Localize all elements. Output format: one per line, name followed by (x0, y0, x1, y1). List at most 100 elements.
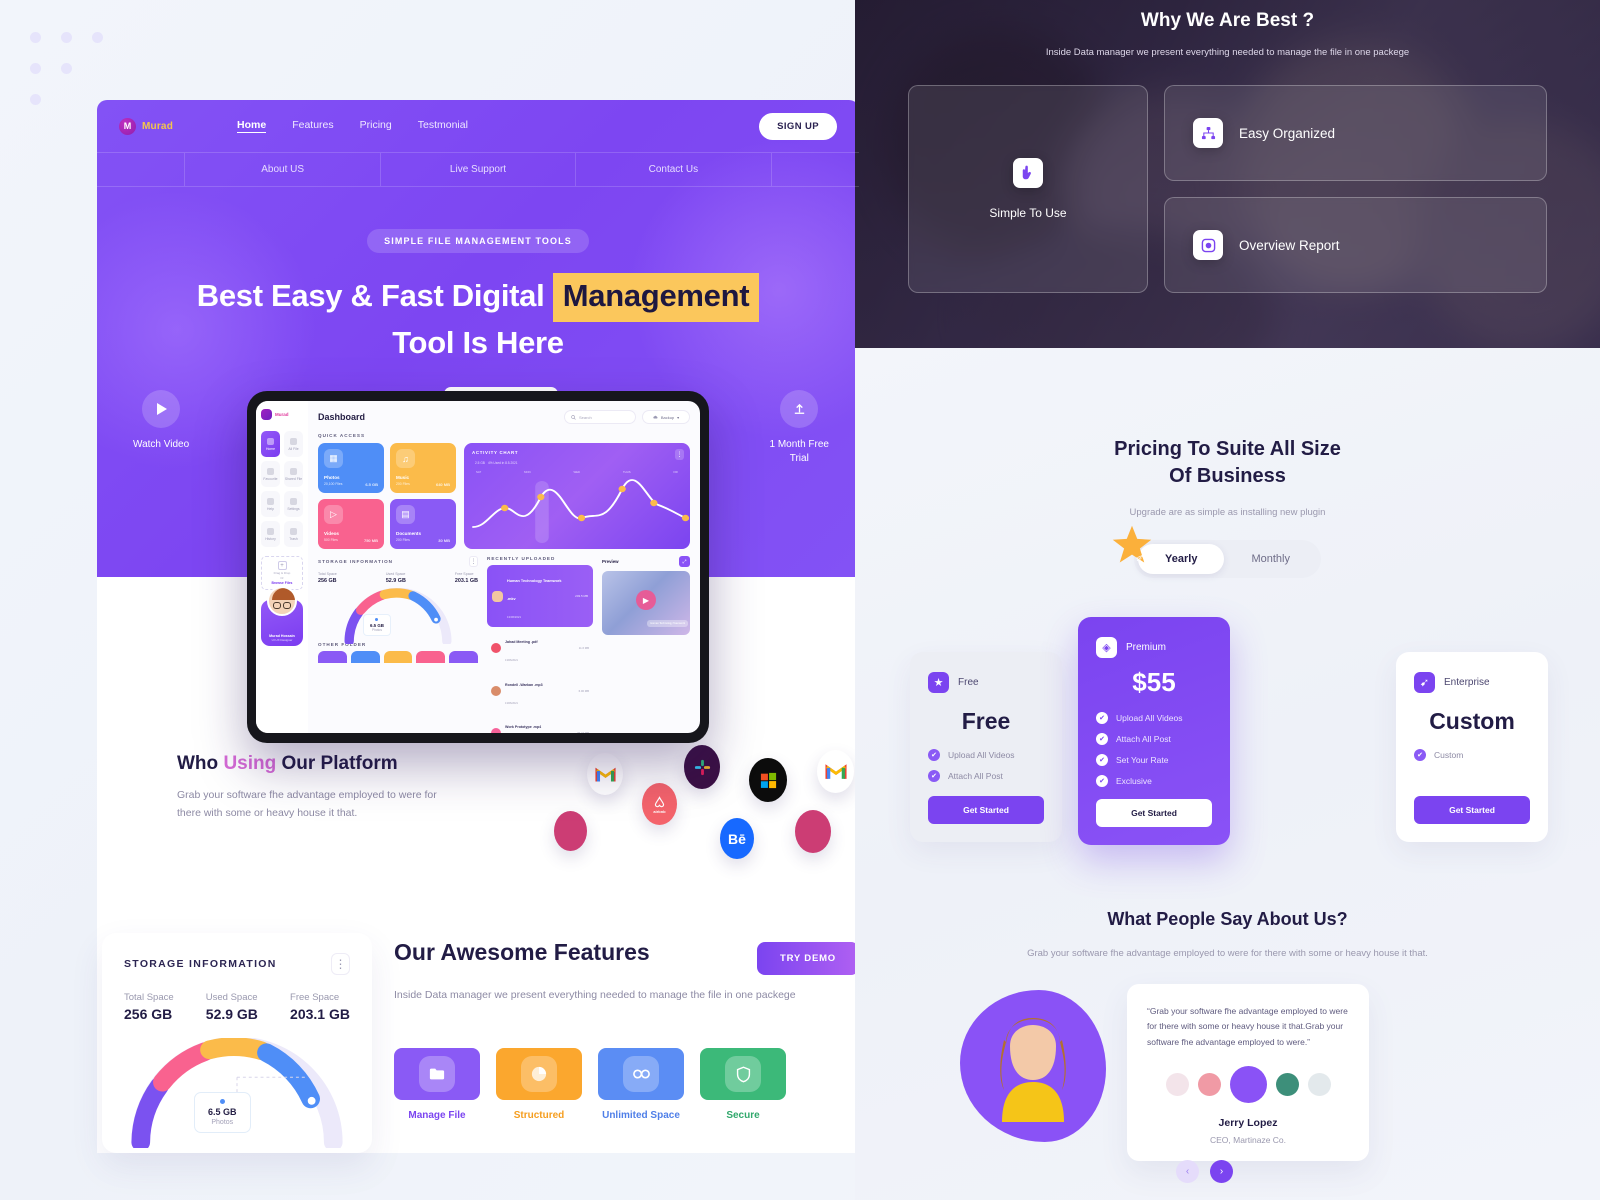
music-icon: ♫ (396, 449, 415, 468)
plan-name-free: Free (958, 677, 979, 688)
recent-highlight-row[interactable]: Human Technology Teamwork .mkv 13/06/2021… (487, 565, 593, 627)
quick-access-label: QUICK ACCESS (318, 433, 366, 438)
dash-nav-shared-file[interactable]: Shared File (284, 461, 303, 487)
folder-chip-4[interactable] (416, 651, 446, 663)
sub-navigation: About US Live Support Contact Us (97, 152, 859, 187)
quick-access-card-music[interactable]: ♫ Music 200 Files 640 MB (390, 443, 456, 493)
airbnb-logo: airbnb (642, 783, 677, 825)
testimonial-avatar[interactable] (1307, 1073, 1331, 1097)
quick-access-card-videos[interactable]: ▷ Videos 500 Files 750 MB (318, 499, 384, 549)
quick-access-card-documents[interactable]: ▤ Documents 200 Files 30 MB (390, 499, 456, 549)
dash-used-space-key: Used Space (385, 572, 406, 576)
nav-link-home[interactable]: Home (237, 119, 267, 133)
testimonial-avatar[interactable] (1165, 1073, 1189, 1097)
free-trial-widget[interactable]: 1 Month Free Trial (770, 390, 829, 465)
why-card-easy-organized[interactable]: Easy Organized (1164, 85, 1547, 182)
recent-row[interactable]: Jahad Meeting .pdf 13/06/2021 11.6 MB (487, 627, 593, 669)
chevron-left-icon[interactable]: ‹ (1176, 1160, 1199, 1184)
chevron-right-icon[interactable]: › (1210, 1160, 1233, 1184)
subnav-spacer-left (97, 153, 186, 186)
why-card-overview-report[interactable]: Overview Report (1164, 197, 1547, 294)
dashboard-search-input[interactable]: Search (564, 410, 636, 424)
dash-nav-all-file[interactable]: All File (284, 431, 303, 457)
subnav-item-about-us[interactable]: About US (185, 153, 381, 186)
plan-cta-premium[interactable]: Get Started (1096, 799, 1212, 827)
preview-caption: Human Technology Teamwork (647, 620, 688, 627)
toggle-monthly[interactable]: Monthly (1224, 544, 1317, 574)
recent-row[interactable]: Rondell -Warkan .mp3 13/06/2021 6.00 MB (487, 669, 593, 711)
recent-row[interactable]: Work Prototype .mp413/06/202135.24 MB (487, 712, 593, 733)
platform-title-b: Our Platform (276, 753, 398, 774)
dashboard-profile-card[interactable]: Murad Hossain UI UX Designer (261, 586, 303, 646)
feature-card-structured[interactable]: Structured (496, 1048, 582, 1121)
dash-storage-gauge: 6.5 GB Photos (318, 587, 478, 646)
nav-link-features[interactable]: Features (292, 119, 333, 133)
why-cards: Simple To Use Easy Organized Overview Re… (855, 85, 1600, 294)
preview-label: Preview (602, 559, 619, 564)
xtick-1: MON (524, 470, 531, 474)
preview-play-icon[interactable]: ▶ (636, 590, 656, 611)
subnav-spacer-right (772, 153, 859, 186)
brand-logo[interactable]: M Murad (119, 117, 173, 135)
dash-nav-settings[interactable]: Settings (284, 491, 303, 517)
dash-gauge-tooltip: 6.5 GB Photos (363, 614, 391, 636)
document-icon: ▤ (396, 505, 415, 524)
feature-card-secure[interactable]: Secure (700, 1048, 786, 1121)
signup-button[interactable]: SIGN UP (759, 112, 837, 140)
folder-chip-2[interactable] (350, 651, 380, 663)
testimonial-avatar-active[interactable] (1229, 1066, 1267, 1104)
nav-link-pricing[interactable]: Pricing (360, 119, 392, 133)
testimonials-subtitle: Grab your software fhe advantage employe… (1027, 948, 1428, 959)
feature-label-unlimited-space: Unlimited Space (602, 1110, 680, 1122)
platform-section: Who Using Our Platform Grab your softwar… (97, 745, 902, 873)
subnav-item-live-support[interactable]: Live Support (381, 153, 577, 186)
dash-nav-history[interactable]: History (261, 521, 280, 547)
why-card-simple-to-use[interactable]: Simple To Use (908, 85, 1148, 294)
testimonial-avatars (1147, 1066, 1349, 1104)
dash-nav-shared-file-label: Shared File (284, 476, 303, 481)
folder-chip-3[interactable] (383, 651, 413, 663)
plan-feature: ✔ Custom (1414, 749, 1530, 761)
testimonial-avatar[interactable] (1275, 1073, 1299, 1097)
testimonial-avatar[interactable] (1197, 1073, 1221, 1097)
plan-cta-free[interactable]: Get Started (928, 796, 1044, 824)
rocket-icon: ➹ (1414, 672, 1435, 693)
plan-cta-enterprise[interactable]: Get Started (1414, 796, 1530, 824)
browse-files-link[interactable]: Browse Files (272, 581, 293, 585)
brand-badge-icon: M (119, 117, 136, 135)
folder-chip-1[interactable] (318, 651, 347, 663)
watch-video-widget[interactable]: Watch Video (133, 390, 189, 452)
plan-feature: ✔ Attach All Post (928, 770, 1044, 782)
feature-card-unlimited-space[interactable]: Unlimited Space (598, 1048, 684, 1121)
used-space-value: 52.9 GB (205, 1006, 258, 1022)
discount-star-icon (1112, 525, 1152, 563)
plan-feature-label: Upload All Videos (1116, 713, 1183, 723)
dash-nav-favourite[interactable]: Favourite (261, 461, 280, 487)
storage-card-menu-icon[interactable]: ⋮ (331, 953, 350, 975)
expand-icon[interactable]: ⤢ (679, 556, 690, 567)
chart-menu-icon[interactable]: ⋮ (675, 449, 684, 460)
plan-feature-label: Set Your Rate (1116, 755, 1169, 765)
tablet-device-mockup: Murad Home All File Favourite Shared Fil… (247, 391, 709, 743)
storage-menu-icon[interactable]: ⋮ (469, 556, 478, 567)
folder-chip-5[interactable] (449, 651, 478, 663)
why-header: Why We Are Best ? Inside Data manager we… (855, 0, 1600, 61)
activity-chart-line (472, 479, 690, 543)
dropzone[interactable]: + Drag & Drop Or Browse Files (261, 556, 303, 590)
pricing-toggle-wrap: 20% Yearly Monthly (1112, 525, 1321, 578)
pricing-plans: ★ Free Free ✔ Upload All Videos ✔ Attach A… (855, 608, 1600, 853)
features-try-demo-button[interactable]: TRY DEMO (756, 942, 859, 975)
dash-nav-help[interactable]: Help (261, 491, 280, 517)
dash-nav-home[interactable]: Home (261, 431, 280, 457)
feature-card-manage-file[interactable]: Manage File (394, 1048, 480, 1121)
total-space-key: Total Space (124, 992, 174, 1003)
dash-nav-trash[interactable]: Trash (284, 521, 303, 547)
testimonial-card: “Grab your software fhe advantage employ… (1127, 984, 1369, 1162)
dashboard-backup-dropdown[interactable]: Backup ▾ (642, 410, 690, 424)
plan-price-premium: $55 (1132, 667, 1176, 697)
subnav-item-contact-us[interactable]: Contact Us (576, 153, 772, 186)
quick-access-card-photos[interactable]: ▦ Photos 20,100 Files 6.5 GB (318, 443, 384, 493)
nav-link-testmonial[interactable]: Testmonial (418, 119, 468, 133)
billing-toggle: Yearly Monthly (1134, 540, 1321, 578)
xtick-2: WED (573, 470, 581, 474)
